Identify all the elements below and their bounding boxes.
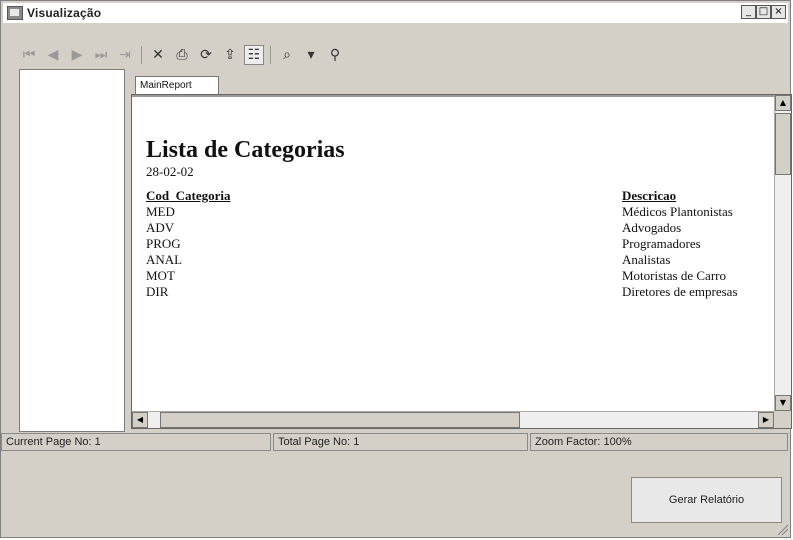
vertical-scroll-thumb[interactable]: [775, 113, 791, 175]
close-view-icon[interactable]: ✕: [148, 45, 168, 65]
last-page-icon[interactable]: ⏭: [91, 45, 111, 65]
print-icon[interactable]: ⎙: [172, 45, 192, 65]
scroll-right-icon[interactable]: ▶: [758, 412, 774, 428]
close-button[interactable]: ×: [771, 5, 786, 19]
horizontal-scrollbar[interactable]: ◀ ▶: [132, 411, 774, 428]
toggle-tree-icon[interactable]: ☷: [244, 45, 264, 65]
refresh-icon[interactable]: ⟳: [196, 45, 216, 65]
category-description: Diretores de empresas: [622, 284, 738, 299]
category-code: ADV: [146, 220, 175, 235]
category-code: DIR: [146, 284, 169, 299]
minimize-button[interactable]: _: [741, 5, 756, 19]
status-bar: Current Page No: 1 Total Page No: 1 Zoom…: [1, 433, 792, 453]
scroll-left-icon[interactable]: ◀: [132, 412, 148, 428]
tab-main-report[interactable]: MainReport: [135, 76, 219, 94]
report-viewport: Lista de Categorias 28-02-02 Cod_Categor…: [131, 94, 792, 429]
category-code: PROG: [146, 236, 181, 251]
window-title: Visualização: [27, 6, 102, 20]
vertical-scrollbar[interactable]: ▲ ▼: [774, 95, 791, 411]
category-description: Advogados: [622, 220, 682, 235]
search-text-icon[interactable]: ⚲: [325, 45, 345, 65]
title-bar[interactable]: Visualização _ □ ×: [3, 3, 788, 23]
code-column-header: Cod_Categoria: [146, 188, 231, 203]
status-current-page: Current Page No: 1: [1, 433, 271, 451]
category-code: MOT: [146, 268, 175, 283]
report-viewer-window: Visualização _ □ × ⏮ ◀ ▶ ⏭ ⇥ ✕ ⎙ ⟳ ⇪ ☷ ⌕ ▾ ⚲ MainRep…: [0, 0, 792, 538]
category-description: Programadores: [622, 236, 701, 251]
scroll-up-icon[interactable]: ▲: [775, 95, 791, 111]
resize-grip-icon[interactable]: [776, 523, 788, 535]
report-page: Lista de Categorias 28-02-02 Cod_Categor…: [132, 95, 774, 411]
category-code: ANAL: [146, 252, 183, 267]
category-description: Analistas: [622, 252, 671, 267]
zoom-dropdown-icon[interactable]: ▾: [301, 45, 321, 65]
group-tree-panel[interactable]: [19, 69, 125, 432]
report-title: Lista de Categorias: [146, 137, 345, 163]
scroll-corner: [774, 411, 791, 428]
status-total-pages: Total Page No: 1: [273, 433, 528, 451]
toolbar-separator: [270, 46, 271, 64]
category-code: MED: [146, 204, 175, 219]
first-page-icon[interactable]: ⏮: [19, 45, 39, 65]
zoom-icon[interactable]: ⌕: [277, 45, 297, 65]
code-column: Cod_Categoria MED ADV PROG ANAL MOT DIR: [146, 188, 231, 300]
export-icon[interactable]: ⇪: [220, 45, 240, 65]
next-page-icon[interactable]: ▶: [67, 45, 87, 65]
horizontal-scroll-thumb[interactable]: [160, 412, 520, 428]
goto-page-icon[interactable]: ⇥: [115, 45, 135, 65]
generate-report-button[interactable]: Gerar Relatório: [631, 477, 782, 523]
app-icon: [7, 6, 23, 20]
toolbar-separator: [141, 46, 142, 64]
caption-buttons: _ □ ×: [741, 5, 786, 19]
scroll-down-icon[interactable]: ▼: [775, 395, 791, 411]
category-description: Motoristas de Carro: [622, 268, 726, 283]
category-description: Médicos Plantonistas: [622, 204, 733, 219]
report-date: 28-02-02: [146, 164, 194, 179]
description-column-header: Descricao: [622, 188, 677, 203]
description-column: Descricao Médicos Plantonistas Advogados P…: [622, 188, 738, 300]
status-zoom: Zoom Factor: 100%: [530, 433, 788, 451]
viewer-toolbar: ⏮ ◀ ▶ ⏭ ⇥ ✕ ⎙ ⟳ ⇪ ☷ ⌕ ▾ ⚲: [19, 45, 345, 65]
maximize-button[interactable]: □: [756, 5, 771, 19]
previous-page-icon[interactable]: ◀: [43, 45, 63, 65]
